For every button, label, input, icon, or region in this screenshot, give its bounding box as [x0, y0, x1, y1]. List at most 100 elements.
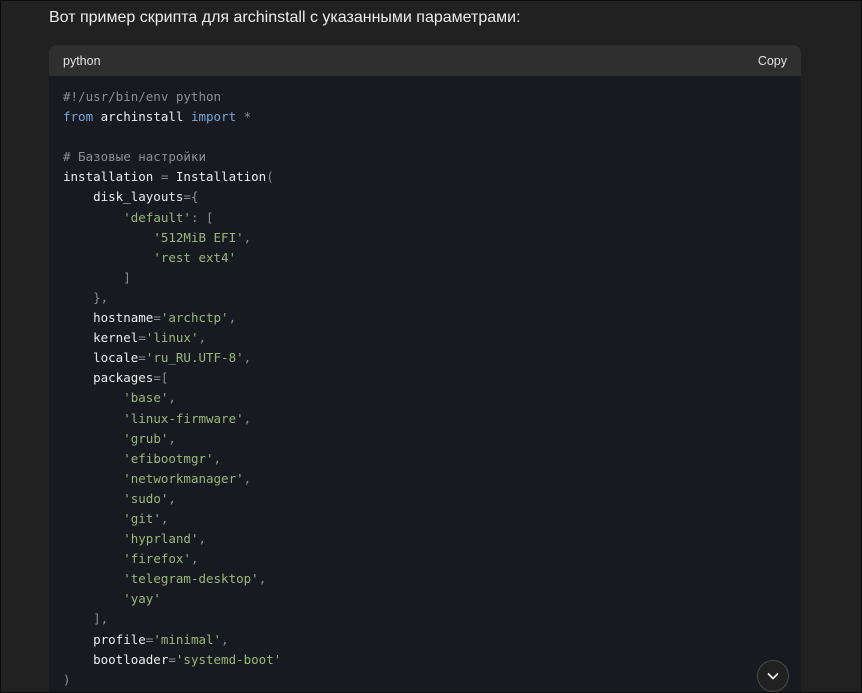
code-token: 'yay'	[123, 591, 161, 607]
code-line: 'linux-firmware',	[63, 409, 787, 429]
code-token: 'linux-firmware'	[123, 410, 244, 426]
code-token: *	[236, 109, 252, 125]
code-token: hostname	[63, 310, 154, 326]
code-token: packages	[63, 370, 154, 386]
code-language-label: python	[63, 53, 101, 68]
code-token: ,	[190, 551, 199, 567]
code-token: ,	[168, 430, 176, 446]
code-token: )	[63, 671, 71, 687]
code-token: 'hyprland'	[123, 531, 199, 547]
code-line: 'hyprland',	[63, 529, 787, 549]
code-line: 'yay'	[63, 589, 787, 609]
assistant-message-text: Вот пример скрипта для archinstall с ука…	[49, 9, 521, 26]
code-line: 'grub',	[63, 429, 787, 449]
code-token: ,	[243, 350, 252, 366]
code-token: import	[190, 109, 237, 125]
code-token: Installation	[175, 169, 267, 185]
code-token: =	[138, 330, 146, 346]
code-token: 'archctp'	[160, 310, 229, 326]
code-line: installation = Installation(	[63, 167, 787, 187]
code-token: },	[63, 289, 109, 305]
code-token: 'rest ext4'	[153, 249, 237, 265]
code-token: 'networkmanager'	[123, 470, 244, 486]
code-line: 'telegram-desktop',	[63, 569, 787, 589]
code-token: 'systemd-boot'	[175, 651, 282, 667]
code-token: ,	[198, 330, 207, 346]
code-line: 'base',	[63, 388, 787, 408]
code-block: python Copy #!/usr/bin/env python from ar…	[49, 45, 801, 692]
code-token: ,	[168, 490, 176, 506]
code-token: 'firefox'	[123, 551, 191, 567]
code-line: 'git',	[63, 509, 787, 529]
code-token: ]	[63, 269, 131, 285]
code-line: },	[63, 288, 787, 308]
code-line: packages=[	[63, 368, 787, 388]
code-line: 'rest ext4'	[63, 248, 787, 268]
code-token: ,	[228, 310, 237, 326]
code-token: ,	[198, 531, 207, 547]
code-token: ,	[213, 450, 222, 466]
chat-viewport: Вот пример скрипта для archinstall с ука…	[0, 0, 862, 693]
code-line: )	[63, 670, 787, 690]
code-content: #!/usr/bin/env python from archinstall im…	[49, 76, 801, 690]
code-token: 'default'	[123, 209, 191, 225]
code-line: ],	[63, 609, 787, 629]
code-token: 'git'	[123, 510, 161, 526]
code-token: (	[266, 169, 274, 185]
code-line: 'firefox',	[63, 549, 787, 569]
code-token: 'linux'	[145, 330, 199, 346]
code-line: bootloader='systemd-boot'	[63, 650, 787, 670]
code-line: locale='ru_RU.UTF-8',	[63, 348, 787, 368]
code-token: ,	[243, 410, 252, 426]
chevron-down-icon	[767, 673, 779, 680]
code-line: 'default': [	[63, 208, 787, 228]
code-token: ,	[221, 631, 229, 647]
code-token: ,	[258, 571, 267, 587]
code-token: from	[63, 109, 94, 125]
code-token: ],	[63, 611, 109, 627]
code-token: 'sudo'	[123, 490, 169, 506]
code-token: kernel	[63, 330, 139, 346]
code-token: ,	[243, 470, 252, 486]
code-token: =	[153, 310, 161, 326]
code-token: profile	[63, 631, 146, 647]
scroll-to-bottom-button[interactable]	[757, 660, 789, 692]
code-line: from archinstall import *	[63, 107, 787, 127]
code-line: 'efibootmgr',	[63, 449, 787, 469]
code-token: ,	[168, 390, 176, 406]
code-token: =[	[153, 370, 169, 386]
code-line: #!/usr/bin/env python	[63, 87, 787, 107]
code-block-header: python Copy	[49, 45, 801, 76]
code-token: # Базовые настройки	[63, 149, 206, 165]
code-token: 'grub'	[123, 430, 169, 446]
code-line: hostname='archctp',	[63, 308, 787, 328]
code-line: ]	[63, 268, 787, 288]
code-token: archinstall	[93, 109, 191, 125]
code-token: ,	[160, 510, 169, 526]
copy-code-button[interactable]: Copy	[758, 54, 787, 68]
code-token: =	[138, 350, 146, 366]
code-token: installation	[63, 169, 154, 185]
code-token: '512MiB EFI'	[153, 229, 244, 245]
code-token: #!/usr/bin/env python	[63, 89, 222, 104]
code-token: : [	[190, 209, 214, 225]
code-line: kernel='linux',	[63, 328, 787, 348]
code-token: 'telegram-desktop'	[123, 571, 259, 587]
code-token: =	[153, 169, 176, 185]
code-token: 'base'	[123, 390, 169, 406]
code-token: bootloader	[63, 651, 169, 667]
code-token: locale	[63, 350, 139, 366]
code-token: =	[168, 651, 176, 667]
code-line: disk_layouts={	[63, 187, 787, 207]
